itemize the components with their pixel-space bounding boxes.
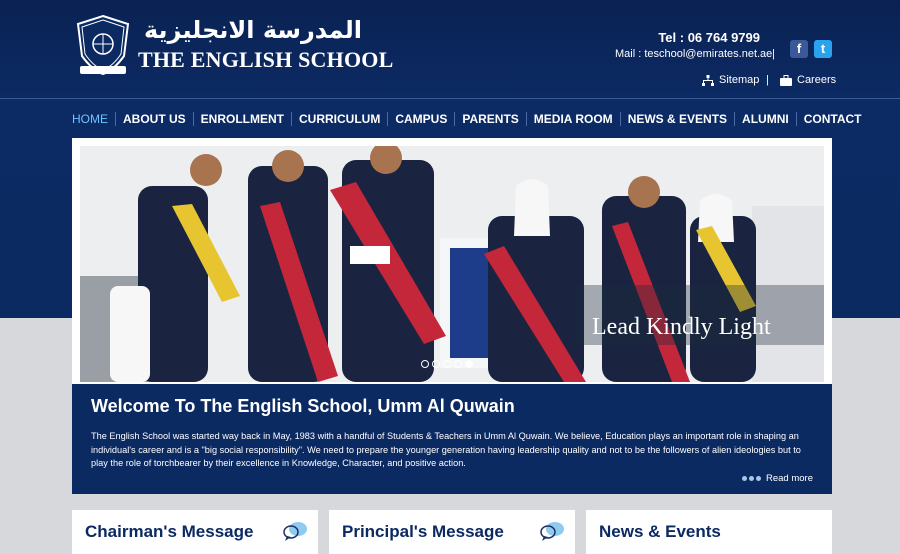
main-navigation: HOME ABOUT US ENROLLMENT CURRICULUM CAMP… <box>72 110 862 128</box>
principal-message-card[interactable]: Principal's Message <box>329 510 575 554</box>
read-more-link[interactable]: Read more <box>742 473 813 484</box>
slider-pagination <box>421 360 473 368</box>
hero-slider[interactable]: Lead Kindly Light <box>72 138 832 384</box>
welcome-text: The English School was started way back … <box>91 431 801 468</box>
slide-dot-3[interactable] <box>443 360 451 368</box>
slide-dot-4[interactable] <box>454 360 462 368</box>
contact-separator: | <box>772 48 775 60</box>
slide-caption-text: Lead Kindly Light <box>592 314 771 340</box>
nav-curriculum[interactable]: CURRICULUM <box>292 112 389 126</box>
nav-alumni[interactable]: ALUMNI <box>735 112 797 126</box>
facebook-icon[interactable]: f <box>790 40 808 58</box>
nav-campus[interactable]: CAMPUS <box>388 112 456 126</box>
welcome-panel: Welcome To The English School, Umm Al Qu… <box>72 384 832 494</box>
dots-icon <box>742 476 761 481</box>
chairman-message-card[interactable]: Chairman's Message <box>72 510 318 554</box>
school-name-english: THE ENGLISH SCHOOL <box>138 47 394 72</box>
sitemap-icon <box>702 74 714 86</box>
telephone-number: Tel : 06 764 9799 <box>658 30 760 45</box>
careers-link[interactable]: Careers <box>780 74 836 86</box>
header-divider <box>0 98 900 99</box>
site-header: المدرسة الانجليزية THE ENGLISH SCHOOL Te… <box>0 0 900 100</box>
sitemap-link[interactable]: Sitemap <box>702 74 759 86</box>
card-title: Chairman's Message <box>85 522 254 541</box>
slide-dot-1[interactable] <box>421 360 429 368</box>
nav-enrollment[interactable]: ENROLLMENT <box>194 112 292 126</box>
sitemap-label: Sitemap <box>719 74 760 86</box>
nav-about-us[interactable]: ABOUT US <box>116 112 194 126</box>
nav-news-events[interactable]: NEWS & EVENTS <box>621 112 736 126</box>
news-events-card[interactable]: News & Events <box>586 510 832 554</box>
speech-bubble-icon <box>283 522 307 541</box>
school-name-arabic: المدرسة الانجليزية <box>143 16 362 44</box>
read-more-label: Read more <box>766 473 813 484</box>
slide-photo <box>80 146 824 382</box>
nav-parents[interactable]: PARENTS <box>455 112 527 126</box>
speech-bubble-icon <box>540 522 564 541</box>
nav-home[interactable]: HOME <box>72 112 116 126</box>
utility-separator: | <box>766 74 769 86</box>
nav-media-room[interactable]: MEDIA ROOM <box>527 112 621 126</box>
email-address[interactable]: Mail : teschool@emirates.net.ae <box>615 48 772 60</box>
slide-dot-2[interactable] <box>432 360 440 368</box>
card-title: Principal's Message <box>342 522 504 541</box>
welcome-title: Welcome To The English School, Umm Al Qu… <box>91 396 515 416</box>
slide-dot-5[interactable] <box>465 360 473 368</box>
twitter-icon[interactable]: t <box>814 40 832 58</box>
card-title: News & Events <box>599 522 721 541</box>
briefcase-icon <box>780 74 792 86</box>
school-crest-logo[interactable] <box>74 14 132 78</box>
careers-label: Careers <box>797 74 837 86</box>
nav-contact[interactable]: CONTACT <box>797 112 862 126</box>
